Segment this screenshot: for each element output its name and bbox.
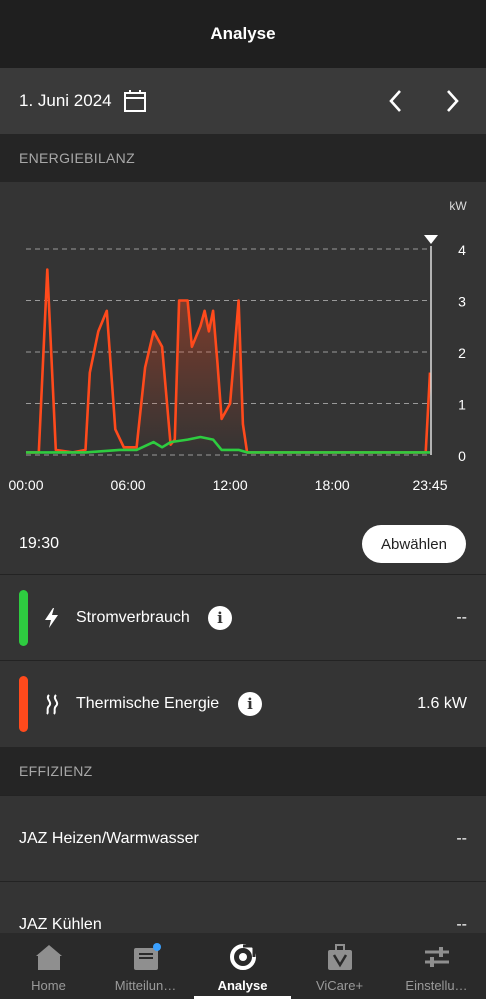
section-header-energy: ENERGIEBILANZ [0,134,486,182]
calendar-icon[interactable] [123,89,147,118]
thermal-value: 1.6 kW [417,695,467,712]
heat-waves-icon [42,693,62,720]
deselect-button[interactable]: Abwählen [362,525,466,563]
legend-row-thermal: Thermische Energie i 1.6 kW [0,660,486,747]
analysis-icon [228,942,258,977]
x-tick-label: 06:00 [111,477,146,493]
bag-icon [325,942,355,977]
section-title-efficiency: EFFIZIENZ [19,763,93,779]
x-tick-label: 23:45 [412,477,447,493]
app-header: Analyse [0,0,486,68]
page-title: Analyse [210,24,276,43]
home-icon [34,942,64,977]
x-tick-label: 00:00 [8,477,43,493]
x-tick-label: 18:00 [315,477,350,493]
efficiency-row-heating[interactable]: JAZ Heizen/Warmwasser -- [0,795,486,882]
section-header-efficiency: EFFIZIENZ [0,747,486,795]
legend-row-power: Stromverbrauch i -- [0,574,486,661]
chart-unit-label: kW [449,199,467,213]
energy-chart[interactable]: 0 1 2 3 4 00:00 06:00 12:00 18:00 23:45 kW [0,182,486,512]
y-tick-label: 3 [458,294,466,310]
y-tick-label: 4 [458,242,466,258]
chevron-left-icon[interactable] [386,88,406,119]
tab-settings[interactable]: Einstellu… [388,933,485,999]
bolt-icon [42,607,62,634]
bottom-tab-bar: Home Mitteilun… Analyse ViCare+ Einstell… [0,933,486,999]
tab-vicare-plus[interactable]: ViCare+ [291,933,388,999]
power-color-indicator [19,590,28,646]
info-icon[interactable]: i [238,692,262,716]
tab-settings-label: Einstellu… [405,978,468,993]
tab-analysis-label: Analyse [217,978,268,993]
thermal-color-indicator [19,676,28,732]
selected-time: 19:30 [19,535,60,552]
cooling-efficiency-label: JAZ Kühlen [19,916,102,933]
tab-messages[interactable]: Mitteilun… [97,933,194,999]
tab-home-label: Home [31,978,66,993]
inbox-icon [131,942,161,977]
date-navigation-bar: 1. Juni 2024 [0,68,486,134]
tab-home[interactable]: Home [0,933,97,999]
tab-analysis[interactable]: Analyse [194,933,291,999]
heating-efficiency-value: -- [456,830,467,847]
power-value: -- [456,609,467,626]
y-tick-label: 1 [458,397,466,413]
selected-date[interactable]: 1. Juni 2024 [19,91,112,111]
tab-vicare-plus-label: ViCare+ [315,978,364,993]
info-icon[interactable]: i [208,606,232,630]
power-label: Stromverbrauch [76,609,190,626]
cooling-efficiency-value: -- [456,916,467,933]
cursor-triangle-icon [424,235,438,244]
sliders-icon [422,942,452,977]
heating-efficiency-label: JAZ Heizen/Warmwasser [19,830,199,847]
tab-messages-label: Mitteilun… [114,978,177,993]
x-tick-label: 12:00 [213,477,248,493]
y-tick-label: 2 [458,345,466,361]
section-title-energy: ENERGIEBILANZ [19,150,135,166]
energy-chart-panel: 0 1 2 3 4 00:00 06:00 12:00 18:00 23:45 kW 19:30 [0,182,486,574]
chevron-right-icon[interactable] [442,88,462,119]
thermal-label: Thermische Energie [76,695,220,712]
y-tick-label: 0 [458,448,466,464]
